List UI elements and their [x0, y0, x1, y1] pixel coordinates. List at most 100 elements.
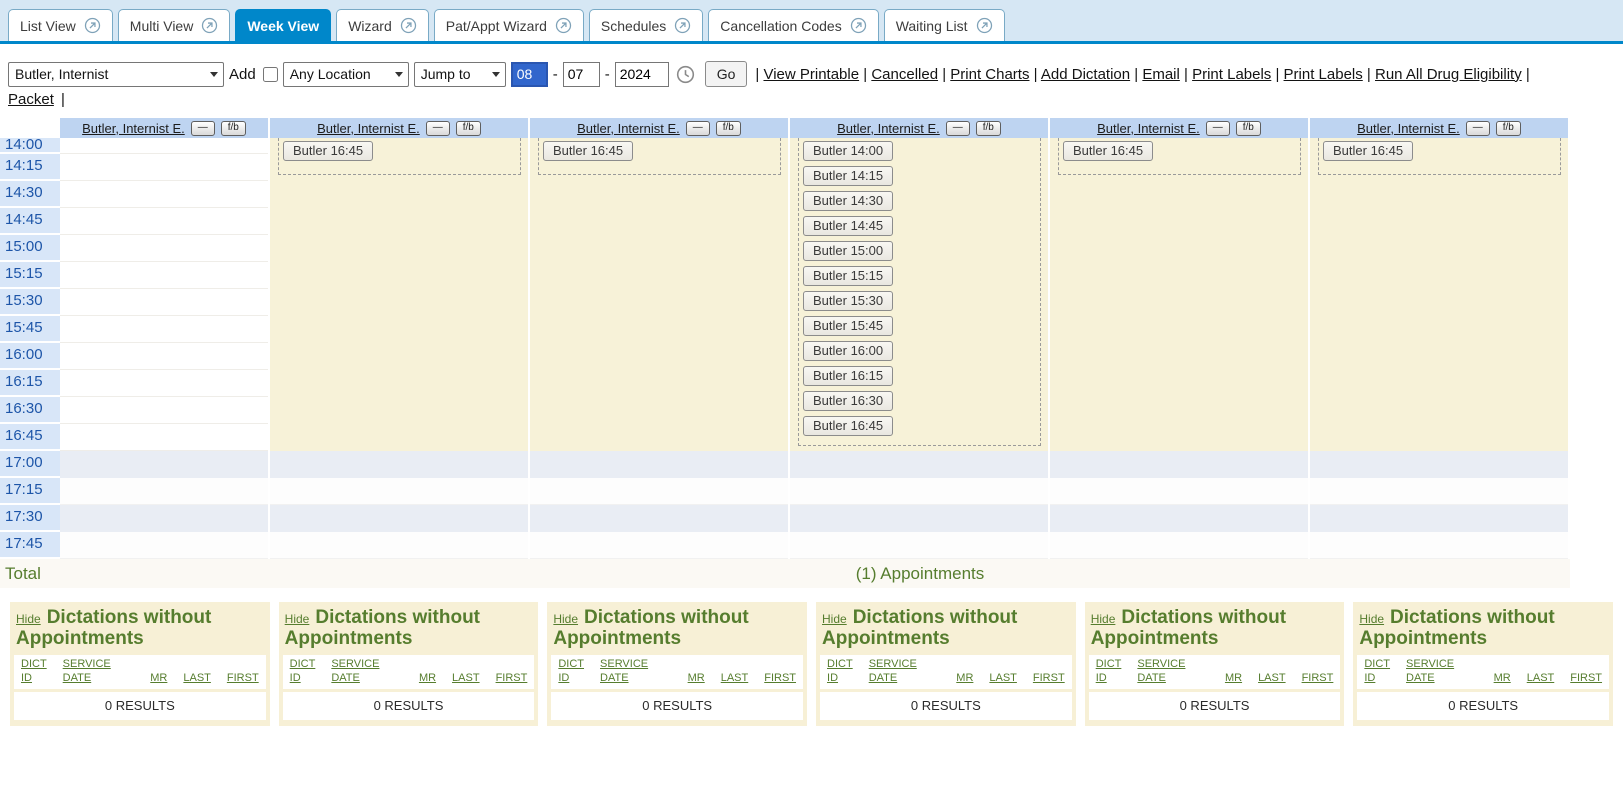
last-header[interactable]: LAST	[721, 671, 749, 686]
tab-cancellation-codes[interactable]: Cancellation Codes	[708, 9, 878, 41]
calendar-cell[interactable]	[1310, 370, 1568, 397]
appointment-slot-button[interactable]: Butler 16:45	[1063, 141, 1153, 161]
calendar-cell[interactable]	[530, 532, 788, 559]
toolbar-link-view-printable[interactable]: View Printable	[763, 66, 859, 83]
hide-link[interactable]: Hide	[822, 612, 847, 626]
calendar-cell[interactable]	[790, 505, 1048, 532]
calendar-cell[interactable]	[60, 138, 268, 154]
appointment-slot-button[interactable]: Butler 15:30	[803, 291, 893, 311]
calendar-cell[interactable]	[530, 397, 788, 424]
hide-link[interactable]: Hide	[1091, 612, 1116, 626]
fb-button[interactable]: f/b	[221, 121, 246, 136]
last-header[interactable]: LAST	[1258, 671, 1286, 686]
appointment-slot-button[interactable]: Butler 16:45	[283, 141, 373, 161]
last-header[interactable]: LAST	[452, 671, 480, 686]
fb-button[interactable]: f/b	[976, 121, 1001, 136]
first-header[interactable]: FIRST	[1302, 671, 1334, 686]
date-day-input[interactable]	[563, 62, 600, 87]
calendar-cell[interactable]	[1050, 181, 1308, 208]
date-year-input[interactable]	[615, 62, 669, 87]
calendar-cell[interactable]	[1050, 208, 1308, 235]
mr-header[interactable]: MR	[1225, 671, 1242, 686]
fb-button[interactable]: f/b	[1236, 121, 1261, 136]
appointment-slot-button[interactable]: Butler 16:00	[803, 341, 893, 361]
calendar-cell[interactable]	[530, 478, 788, 505]
calendar-cell[interactable]	[270, 424, 528, 451]
calendar-cell[interactable]	[1050, 451, 1308, 478]
calendar-cell[interactable]	[1310, 505, 1568, 532]
appointment-slot-button[interactable]: Butler 16:45	[543, 141, 633, 161]
calendar-cell[interactable]	[1310, 451, 1568, 478]
mr-header[interactable]: MR	[150, 671, 167, 686]
first-header[interactable]: FIRST	[1570, 671, 1602, 686]
first-header[interactable]: FIRST	[496, 671, 528, 686]
mr-header[interactable]: MR	[688, 671, 705, 686]
jump-to-select[interactable]: Jump to	[414, 62, 506, 87]
last-header[interactable]: LAST	[1527, 671, 1555, 686]
calendar-cell[interactable]	[270, 370, 528, 397]
provider-link[interactable]: Butler, Internist E.	[1097, 121, 1200, 136]
toolbar-link-email[interactable]: Email	[1142, 66, 1180, 83]
calendar-cell[interactable]	[530, 181, 788, 208]
add-checkbox[interactable]	[263, 67, 278, 82]
calendar-cell[interactable]	[60, 262, 268, 289]
hide-link[interactable]: Hide	[553, 612, 578, 626]
provider-link[interactable]: Butler, Internist E.	[317, 121, 420, 136]
appointment-slot-button[interactable]: Butler 16:45	[1323, 141, 1413, 161]
service-date-header[interactable]: SERVICE DATE	[869, 657, 917, 687]
calendar-cell[interactable]	[60, 154, 268, 181]
toolbar-link-run-all-drug-eligibility[interactable]: Run All Drug Eligibility	[1375, 66, 1522, 83]
collapse-column-button[interactable]: —	[1206, 121, 1230, 136]
location-select[interactable]: Any Location	[283, 62, 409, 87]
calendar-cell[interactable]	[270, 235, 528, 262]
calendar-cell[interactable]	[60, 424, 268, 451]
appointment-slot-button[interactable]: Butler 15:45	[803, 316, 893, 336]
calendar-cell[interactable]	[1050, 235, 1308, 262]
calendar-cell[interactable]	[60, 478, 268, 505]
calendar-cell[interactable]	[790, 451, 1048, 478]
calendar-cell[interactable]	[1310, 262, 1568, 289]
fb-button[interactable]: f/b	[716, 121, 741, 136]
calendar-cell[interactable]	[530, 289, 788, 316]
service-date-header[interactable]: SERVICE DATE	[331, 657, 379, 687]
collapse-column-button[interactable]: —	[946, 121, 970, 136]
tab-schedules[interactable]: Schedules	[589, 9, 703, 41]
tab-week-view[interactable]: Week View	[235, 9, 331, 41]
calendar-cell[interactable]	[270, 343, 528, 370]
calendar-cell[interactable]	[530, 370, 788, 397]
calendar-cell[interactable]	[270, 478, 528, 505]
collapse-column-button[interactable]: —	[191, 121, 215, 136]
last-header[interactable]: LAST	[183, 671, 211, 686]
calendar-cell[interactable]	[270, 262, 528, 289]
appointment-slot-button[interactable]: Butler 16:15	[803, 366, 893, 386]
packet-link[interactable]: Packet	[8, 91, 54, 108]
calendar-cell[interactable]	[1310, 424, 1568, 451]
calendar-cell[interactable]	[1050, 397, 1308, 424]
tab-pat-appt-wizard[interactable]: Pat/Appt Wizard	[434, 9, 584, 41]
calendar-cell[interactable]	[1050, 424, 1308, 451]
calendar-cell[interactable]	[1310, 316, 1568, 343]
calendar-cell[interactable]	[60, 505, 268, 532]
mr-header[interactable]: MR	[956, 671, 973, 686]
calendar-cell[interactable]	[1310, 343, 1568, 370]
hide-link[interactable]: Hide	[285, 612, 310, 626]
calendar-cell[interactable]	[1050, 343, 1308, 370]
toolbar-link-print-labels[interactable]: Print Labels	[1284, 66, 1363, 83]
mr-header[interactable]: MR	[419, 671, 436, 686]
first-header[interactable]: FIRST	[764, 671, 796, 686]
dict-id-header[interactable]: DICT ID	[1364, 657, 1390, 687]
collapse-column-button[interactable]: —	[426, 121, 450, 136]
calendar-cell[interactable]	[270, 505, 528, 532]
go-button[interactable]: Go	[705, 61, 748, 87]
calendar-cell[interactable]	[60, 235, 268, 262]
calendar-cell[interactable]	[530, 424, 788, 451]
service-date-header[interactable]: SERVICE DATE	[1406, 657, 1454, 687]
calendar-cell[interactable]	[790, 478, 1048, 505]
calendar-cell[interactable]	[790, 532, 1048, 559]
calendar-cell[interactable]	[1050, 478, 1308, 505]
provider-link[interactable]: Butler, Internist E.	[577, 121, 680, 136]
collapse-column-button[interactable]: —	[686, 121, 710, 136]
calendar-cell[interactable]	[530, 451, 788, 478]
hide-link[interactable]: Hide	[16, 612, 41, 626]
first-header[interactable]: FIRST	[1033, 671, 1065, 686]
